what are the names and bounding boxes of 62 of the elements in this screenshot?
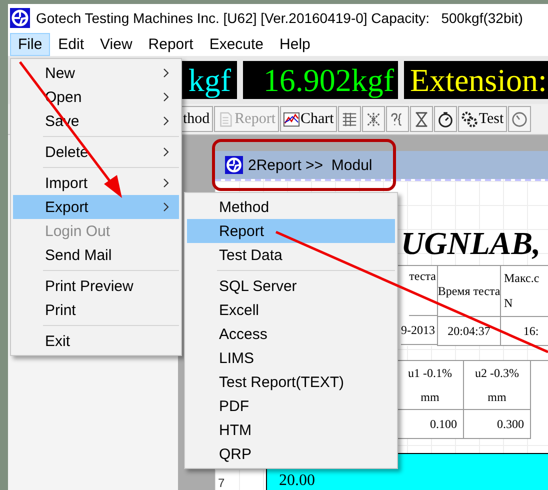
stopwatch-icon — [436, 110, 454, 128]
window-title: Gotech Testing Machines Inc. [U62] [Ver.20160419-0] Capacity: 500kgf(32bit) — [36, 10, 523, 26]
table-cell: 20:04:37 — [438, 317, 500, 346]
readout-value: Extension: — [410, 62, 547, 98]
menu-item[interactable]: Import — [13, 171, 179, 195]
menu-item[interactable]: Access — [187, 322, 395, 346]
menu-item[interactable]: Delete — [13, 140, 179, 164]
menu-item[interactable]: Excell — [187, 298, 395, 322]
menu-item[interactable]: File — [10, 32, 50, 56]
chevron-icon — [163, 92, 169, 102]
table-header: N — [504, 296, 513, 311]
menu-item[interactable]: Execute — [201, 32, 272, 56]
row-number: 7 — [217, 476, 226, 490]
chart-icon — [282, 110, 300, 128]
table-header: теста — [409, 269, 436, 284]
menu-item[interactable]: Test Data — [187, 243, 395, 267]
clock-icon — [510, 110, 528, 128]
menu-item[interactable]: HTM — [187, 418, 395, 442]
menu-item[interactable]: Report — [140, 32, 202, 56]
grid-icon — [340, 110, 358, 128]
readout-value: 16.902kgf — [263, 62, 394, 98]
menu-item[interactable]: PDF — [187, 394, 395, 418]
menu-item[interactable]: SQL Server — [187, 274, 395, 298]
menu-item[interactable]: New — [13, 61, 179, 85]
table-header: Время теста — [438, 284, 500, 298]
table-cell: 9-2013 — [401, 316, 437, 345]
menu-item[interactable]: QRP — [187, 442, 395, 466]
toolbar-button[interactable] — [410, 106, 433, 132]
menu-item[interactable]: Edit — [50, 32, 92, 56]
table-header: mm — [488, 390, 506, 404]
app-logo-icon — [225, 156, 243, 174]
menu-item[interactable]: Print — [13, 298, 179, 322]
menu-item[interactable]: Help — [272, 32, 318, 56]
menu-item[interactable]: Send Mail — [13, 243, 179, 267]
toolbar-button[interactable]: thod — [180, 106, 213, 132]
menu-item[interactable]: Exit — [13, 329, 179, 353]
menu-item[interactable]: Report — [187, 219, 395, 243]
chevron-icon — [163, 116, 169, 126]
menu-item[interactable]: Print Preview — [13, 274, 179, 298]
table-header: Макс.с — [504, 271, 540, 286]
table-cell: 16: — [501, 317, 548, 346]
child-window-title: 2Report >> Modul — [248, 156, 372, 174]
axis-label: 20.00 — [278, 472, 315, 490]
chevron-icon — [163, 147, 169, 157]
toolbar-button[interactable] — [434, 106, 457, 132]
chevron-icon — [163, 178, 169, 188]
gears-icon — [460, 110, 478, 128]
menu-item[interactable]: Export — [13, 195, 179, 219]
chevron-icon — [163, 202, 169, 212]
report-heading: UGNLAB, — [400, 225, 542, 263]
readout-value: kgf — [188, 62, 231, 98]
table-header: u1 -0.1% — [408, 366, 452, 380]
menu-item[interactable]: LIMS — [187, 346, 395, 370]
menu-item[interactable]: Test Report(TEXT) — [187, 370, 395, 394]
toolbar-button[interactable]: Test — [458, 106, 507, 132]
toolbar-button[interactable]: Chart — [280, 106, 337, 132]
menu-item[interactable]: View — [92, 32, 140, 56]
chevron-icon — [163, 68, 169, 78]
table-header: mm — [420, 390, 440, 404]
table-header: u2 -0.3% — [475, 366, 519, 380]
menu-item[interactable]: Method — [187, 195, 395, 219]
table-cell: 0.300 — [464, 410, 530, 439]
